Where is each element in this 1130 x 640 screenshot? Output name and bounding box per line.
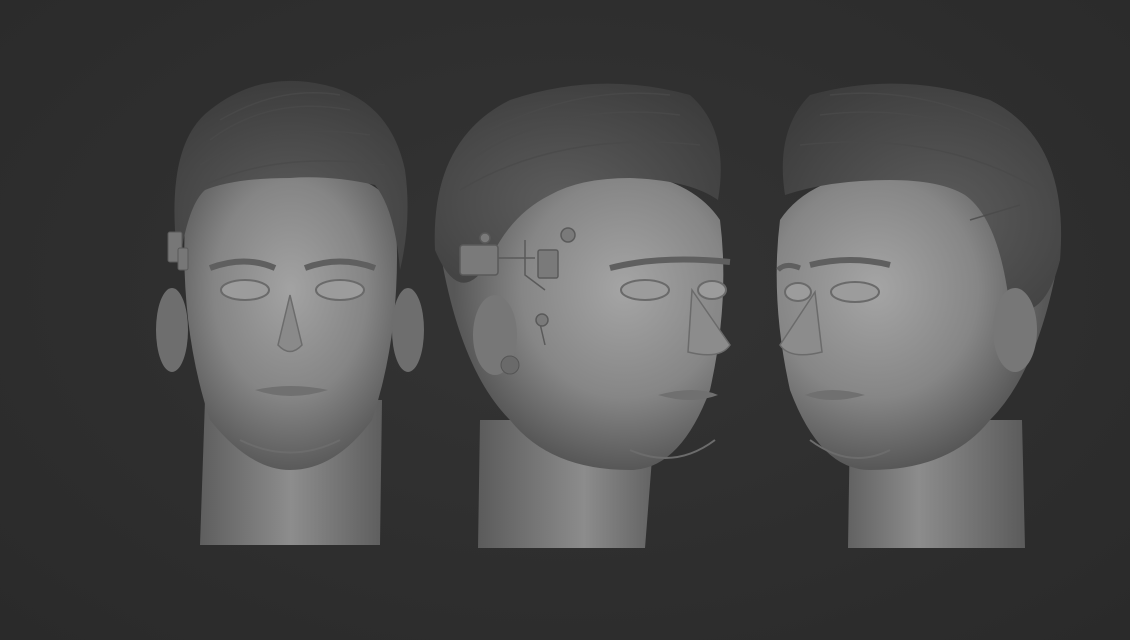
eye-far — [784, 282, 812, 302]
eye-near — [830, 281, 880, 303]
head-front-view — [150, 0, 430, 640]
sculpt-turnaround-canvas — [0, 0, 1130, 640]
head-3q-right-svg — [434, 83, 731, 548]
head-3q-left-svg — [776, 83, 1062, 548]
eye-left — [220, 279, 270, 301]
head-front-svg — [156, 80, 424, 545]
ear — [993, 288, 1037, 372]
head-three-quarter-right-view — [430, 0, 750, 640]
eye-near — [620, 279, 670, 301]
ear-left — [156, 288, 188, 372]
ear-right — [392, 288, 424, 372]
eye-far — [697, 280, 727, 300]
ear-plug — [500, 355, 520, 375]
eye-right — [315, 279, 365, 301]
head-three-quarter-left-view — [770, 0, 1070, 640]
